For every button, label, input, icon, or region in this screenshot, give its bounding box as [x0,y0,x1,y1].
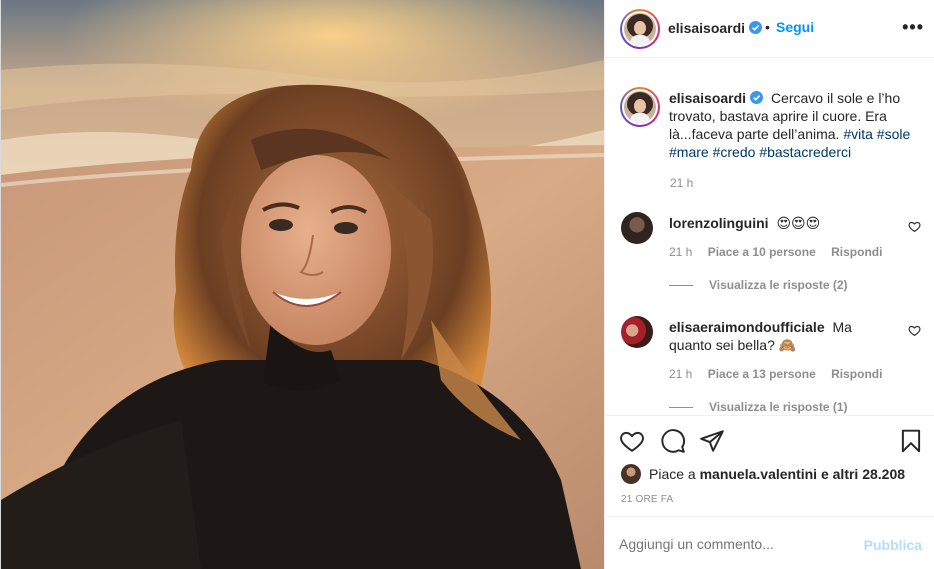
post-photo[interactable] [1,0,604,569]
author-avatar[interactable] [620,9,660,49]
follow-separator: • [765,19,770,35]
hashtag-credo[interactable]: #credo [713,144,756,160]
caption-text: elisaisoardi Cercavo il sole e l’ho trov… [669,89,917,161]
verified-badge-icon [750,91,764,104]
comment-text: lorenzolinguini 😍😍😍 [669,214,889,232]
more-options-icon[interactable]: ••• [902,17,924,38]
comment-likes[interactable]: Piace a 10 persone [708,245,816,259]
comment-meta: 21 h Piace a 10 persone Rispondi [669,245,894,259]
post-photo-image [1,0,604,569]
reply-button[interactable]: Rispondi [831,367,882,381]
post-date[interactable]: 21 ORE FA [621,494,673,505]
comment-likes[interactable]: Piace a 13 persone [708,367,816,381]
author-avatar-image [624,13,656,45]
replies-divider [669,285,693,287]
comment-body: 😍😍😍 [776,215,821,231]
caption-username[interactable]: elisaisoardi [669,90,764,106]
comment-like-heart-icon[interactable] [908,324,921,337]
reply-button[interactable]: Rispondi [831,245,882,259]
instagram-post-modal: elisaisoardi • Segui ••• elisaisoardi Ce… [0,0,934,569]
add-comment-box: Pubblica [605,516,934,569]
commenter-avatar[interactable] [621,316,653,348]
commenter-username[interactable]: elisaeraimondoufficiale [669,319,825,335]
comment-text: elisaeraimondoufficiale Ma quanto sei be… [669,318,889,354]
view-replies-button[interactable]: Visualizza le risposte (2) [669,278,848,292]
author-username[interactable]: elisaisoardi [668,20,763,36]
action-bar [605,415,934,465]
publish-button[interactable]: Pubblica [864,537,922,553]
view-replies-button[interactable]: Visualizza le risposte (1) [669,400,848,414]
verified-badge-icon [749,21,763,34]
follow-button[interactable]: Segui [776,19,814,35]
comment-icon[interactable] [660,428,686,454]
hashtag-vita[interactable]: #vita [843,126,873,142]
hashtag-mare[interactable]: #mare [669,144,709,160]
post-header: elisaisoardi • Segui ••• [605,0,934,58]
comment-time: 21 h [669,367,693,381]
replies-divider [669,407,693,409]
comment-item: elisaeraimondoufficiale Ma quanto sei be… [621,316,921,415]
send-icon[interactable] [699,428,725,454]
comment-item: lorenzolinguini 😍😍😍 21 h Piace a 10 pers… [621,212,921,292]
caption-avatar[interactable] [620,87,660,127]
comment-meta: 21 h Piace a 13 persone Rispondi [669,367,894,381]
liker-username[interactable]: manuela.valentini [700,466,817,482]
caption-avatar-image [624,91,656,123]
liker-avatar[interactable] [621,464,641,484]
comments-list[interactable]: elisaisoardi Cercavo il sole e l’ho trov… [605,59,934,415]
caption-time: 21 h [670,176,694,190]
likes-others[interactable]: e altri 28.208 [821,466,905,482]
comment-input[interactable] [619,536,849,552]
author-username-text[interactable]: elisaisoardi [668,20,745,36]
heart-icon[interactable] [619,428,645,454]
hashtag-sole[interactable]: #sole [877,126,910,142]
comment-like-heart-icon[interactable] [908,220,921,233]
post-side-panel: elisaisoardi • Segui ••• elisaisoardi Ce… [604,0,934,569]
hashtag-bastacrederci[interactable]: #bastacrederci [759,144,851,160]
commenter-avatar[interactable] [621,212,653,244]
bookmark-icon[interactable] [898,428,924,454]
likes-summary: Piace a manuela.valentini e altri 28.208 [621,463,905,485]
likes-prefix: Piace a [649,466,696,482]
comment-time: 21 h [669,245,693,259]
commenter-username[interactable]: lorenzolinguini [669,215,769,231]
